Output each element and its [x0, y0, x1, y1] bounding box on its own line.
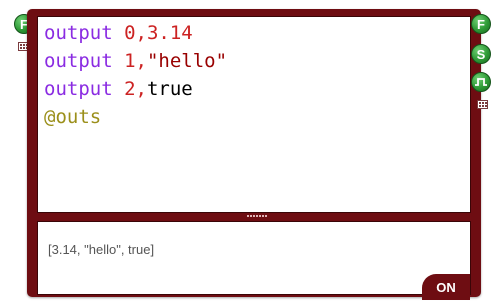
- pulse-icon: [475, 75, 487, 90]
- pane-resize-handle[interactable]: [247, 214, 267, 218]
- right-output-port-f[interactable]: F: [471, 14, 491, 34]
- keyword-output: output: [44, 50, 113, 72]
- keyword-output: output: [44, 22, 113, 44]
- code-line-1: output 0,3.14: [38, 19, 227, 47]
- code-reference: @outs: [44, 106, 102, 128]
- code-editor[interactable]: output 0,3.14 output 1,"hello" output 2,…: [37, 16, 471, 213]
- output-pane: [3.14, "hello", true] ON: [37, 221, 471, 300]
- port-s-glyph: S: [476, 46, 486, 62]
- output-text: [3.14, "hello", true]: [48, 242, 155, 257]
- on-toggle-button[interactable]: ON: [422, 274, 470, 300]
- right-output-port-s[interactable]: S: [471, 44, 491, 64]
- code-node: output 0,3.14 output 1,"hello" output 2,…: [27, 9, 481, 300]
- port-f-glyph: F: [477, 16, 485, 32]
- code-string: "hello": [146, 50, 228, 72]
- code-line-4: @outs: [38, 103, 227, 131]
- code-number: 2,: [112, 78, 147, 100]
- code-number: 1,: [112, 50, 147, 72]
- right-output-port-pulse[interactable]: [471, 72, 491, 92]
- code-line-2: output 1,"hello": [38, 47, 227, 75]
- keyword-output: output: [44, 78, 113, 100]
- code-line-3: output 2,true: [38, 75, 227, 103]
- right-port-menu-icon[interactable]: [477, 100, 488, 109]
- code-number: 0,3.14: [112, 22, 193, 44]
- code-boolean: true: [146, 78, 193, 100]
